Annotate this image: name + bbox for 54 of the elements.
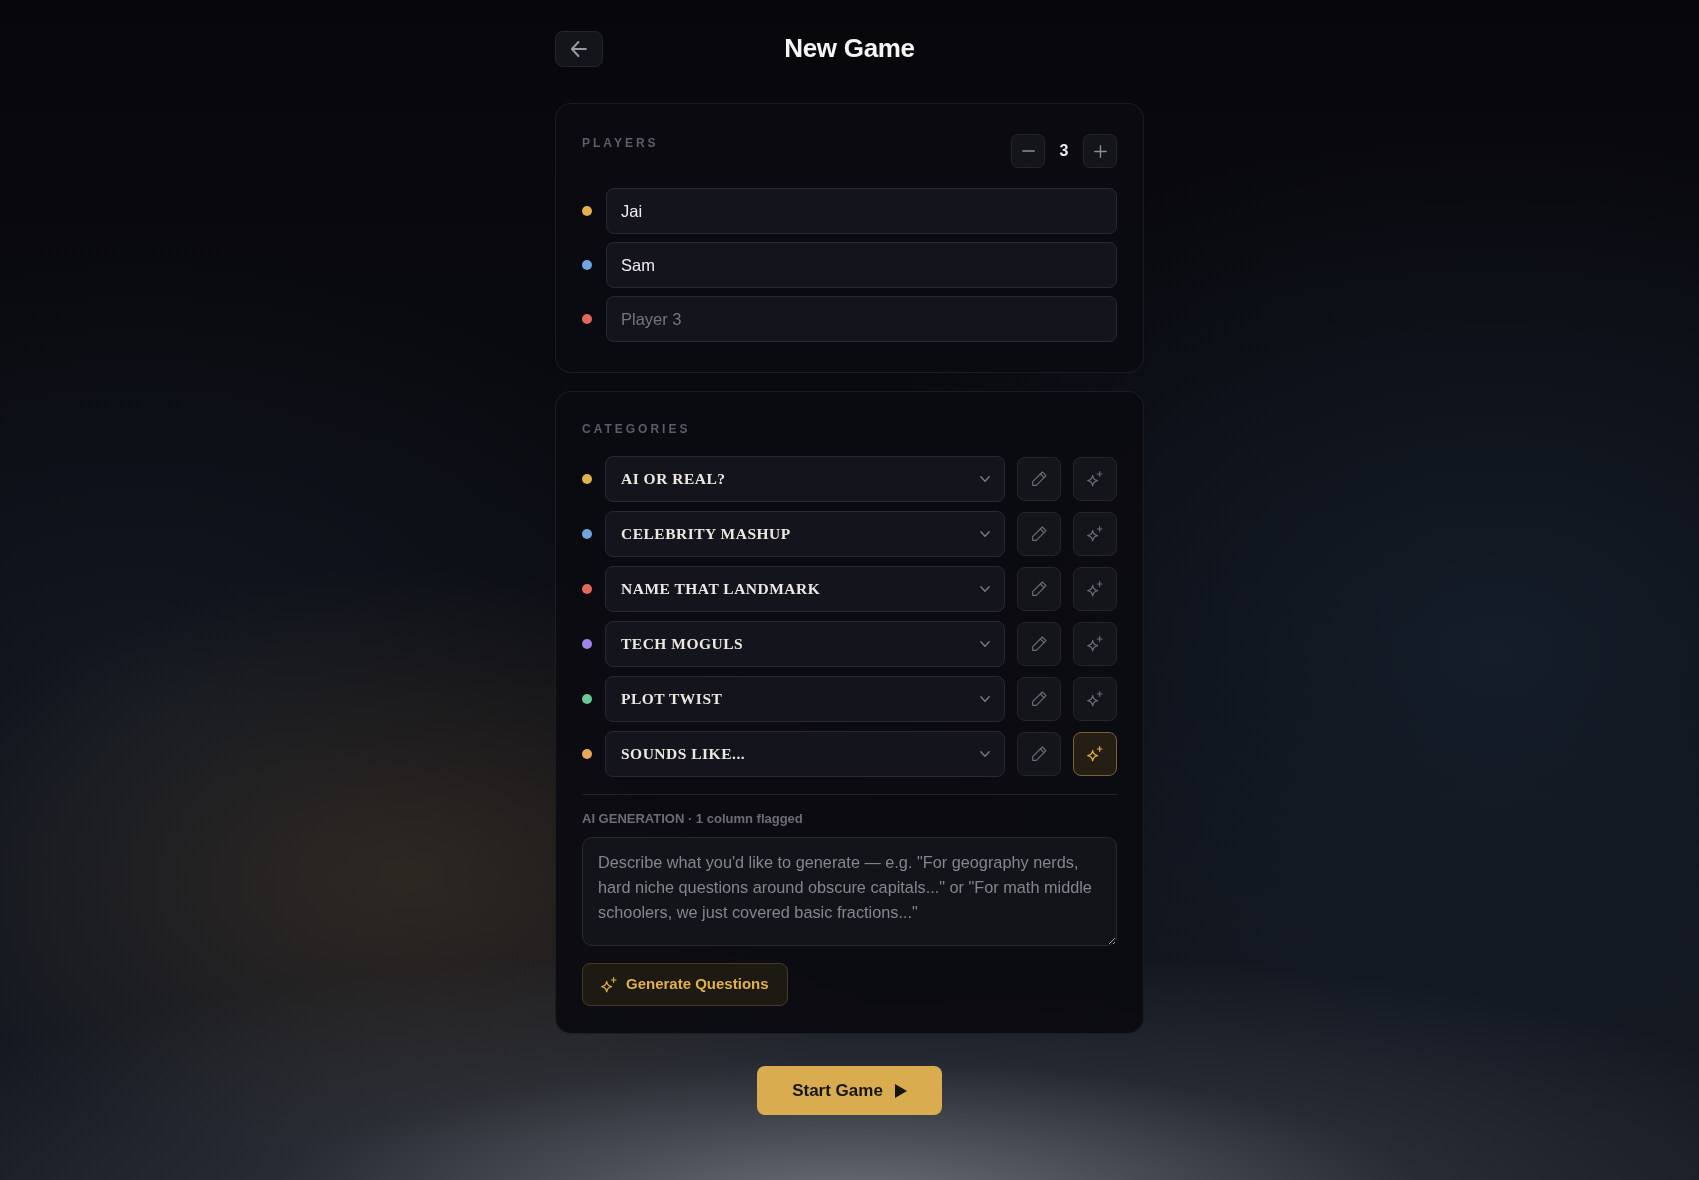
pencil-icon (1031, 691, 1047, 707)
pencil-icon (1031, 526, 1047, 542)
sparkle-icon (1087, 526, 1103, 542)
play-icon (894, 1083, 907, 1098)
chevron-down-icon (980, 641, 990, 647)
category-select[interactable]: SOUNDS LIKE... (605, 731, 1005, 777)
minus-icon (1021, 150, 1035, 152)
sparkle-icon (1087, 471, 1103, 487)
pencil-icon (1031, 581, 1047, 597)
category-select[interactable]: CELEBRITY MASHUP (605, 511, 1005, 557)
increase-button[interactable] (1083, 134, 1117, 168)
sparkle-icon (601, 976, 617, 993)
sparkle-icon (1087, 581, 1103, 597)
edit-button[interactable] (1017, 567, 1061, 611)
prompt-field[interactable]: Describe what you'd like to generate — e.g. "For geography nerds, hard niche questions around obscure capitals..." or "For math middle schoolers, we just covered basic fractions..." (582, 837, 1117, 946)
chevron-down-icon (980, 751, 990, 757)
ai-toggle-button[interactable] (1073, 512, 1117, 556)
chevron-down-icon (980, 531, 990, 537)
player-name-field[interactable]: Sam (606, 242, 1117, 288)
ai-toggle-button[interactable] (1073, 732, 1117, 776)
decrease-button[interactable] (1011, 134, 1045, 168)
sparkle-icon (1087, 691, 1103, 707)
page-title: New Game (784, 33, 915, 65)
ai-generation-label: AI GENERATION · 1 column flagged (582, 811, 803, 827)
ai-toggle-button[interactable] (1073, 677, 1117, 721)
back-button[interactable] (555, 31, 603, 67)
category-select[interactable]: NAME THAT LANDMARK (605, 566, 1005, 612)
category-select[interactable]: AI OR REAL? (605, 456, 1005, 502)
player-count: 3 (1058, 141, 1070, 161)
generate-questions-button[interactable]: Generate Questions (582, 963, 788, 1006)
edit-button[interactable] (1017, 677, 1061, 721)
chevron-down-icon (980, 586, 990, 592)
chevron-down-icon (980, 476, 990, 482)
section-label: CATEGORIES (582, 422, 691, 436)
plus-icon (1093, 144, 1107, 158)
chevron-down-icon (980, 696, 990, 702)
sparkle-icon (1087, 636, 1103, 652)
pencil-icon (1031, 471, 1047, 487)
pencil-icon (1031, 746, 1047, 762)
edit-button[interactable] (1017, 732, 1061, 776)
ai-toggle-button[interactable] (1073, 457, 1117, 501)
pencil-icon (1031, 636, 1047, 652)
ai-toggle-button[interactable] (1073, 622, 1117, 666)
edit-button[interactable] (1017, 457, 1061, 501)
player-name-field[interactable]: Player 3 (606, 296, 1117, 342)
edit-button[interactable] (1017, 622, 1061, 666)
ai-toggle-button[interactable] (1073, 567, 1117, 611)
category-select[interactable]: PLOT TWIST (605, 676, 1005, 722)
section-label: PLAYERS (582, 136, 659, 150)
sparkle-icon (1087, 746, 1103, 762)
player-name-field[interactable]: Jai (606, 188, 1117, 234)
category-select[interactable]: TECH MOGULS (605, 621, 1005, 667)
start-game-button[interactable]: Start Game (757, 1066, 942, 1115)
edit-button[interactable] (1017, 512, 1061, 556)
